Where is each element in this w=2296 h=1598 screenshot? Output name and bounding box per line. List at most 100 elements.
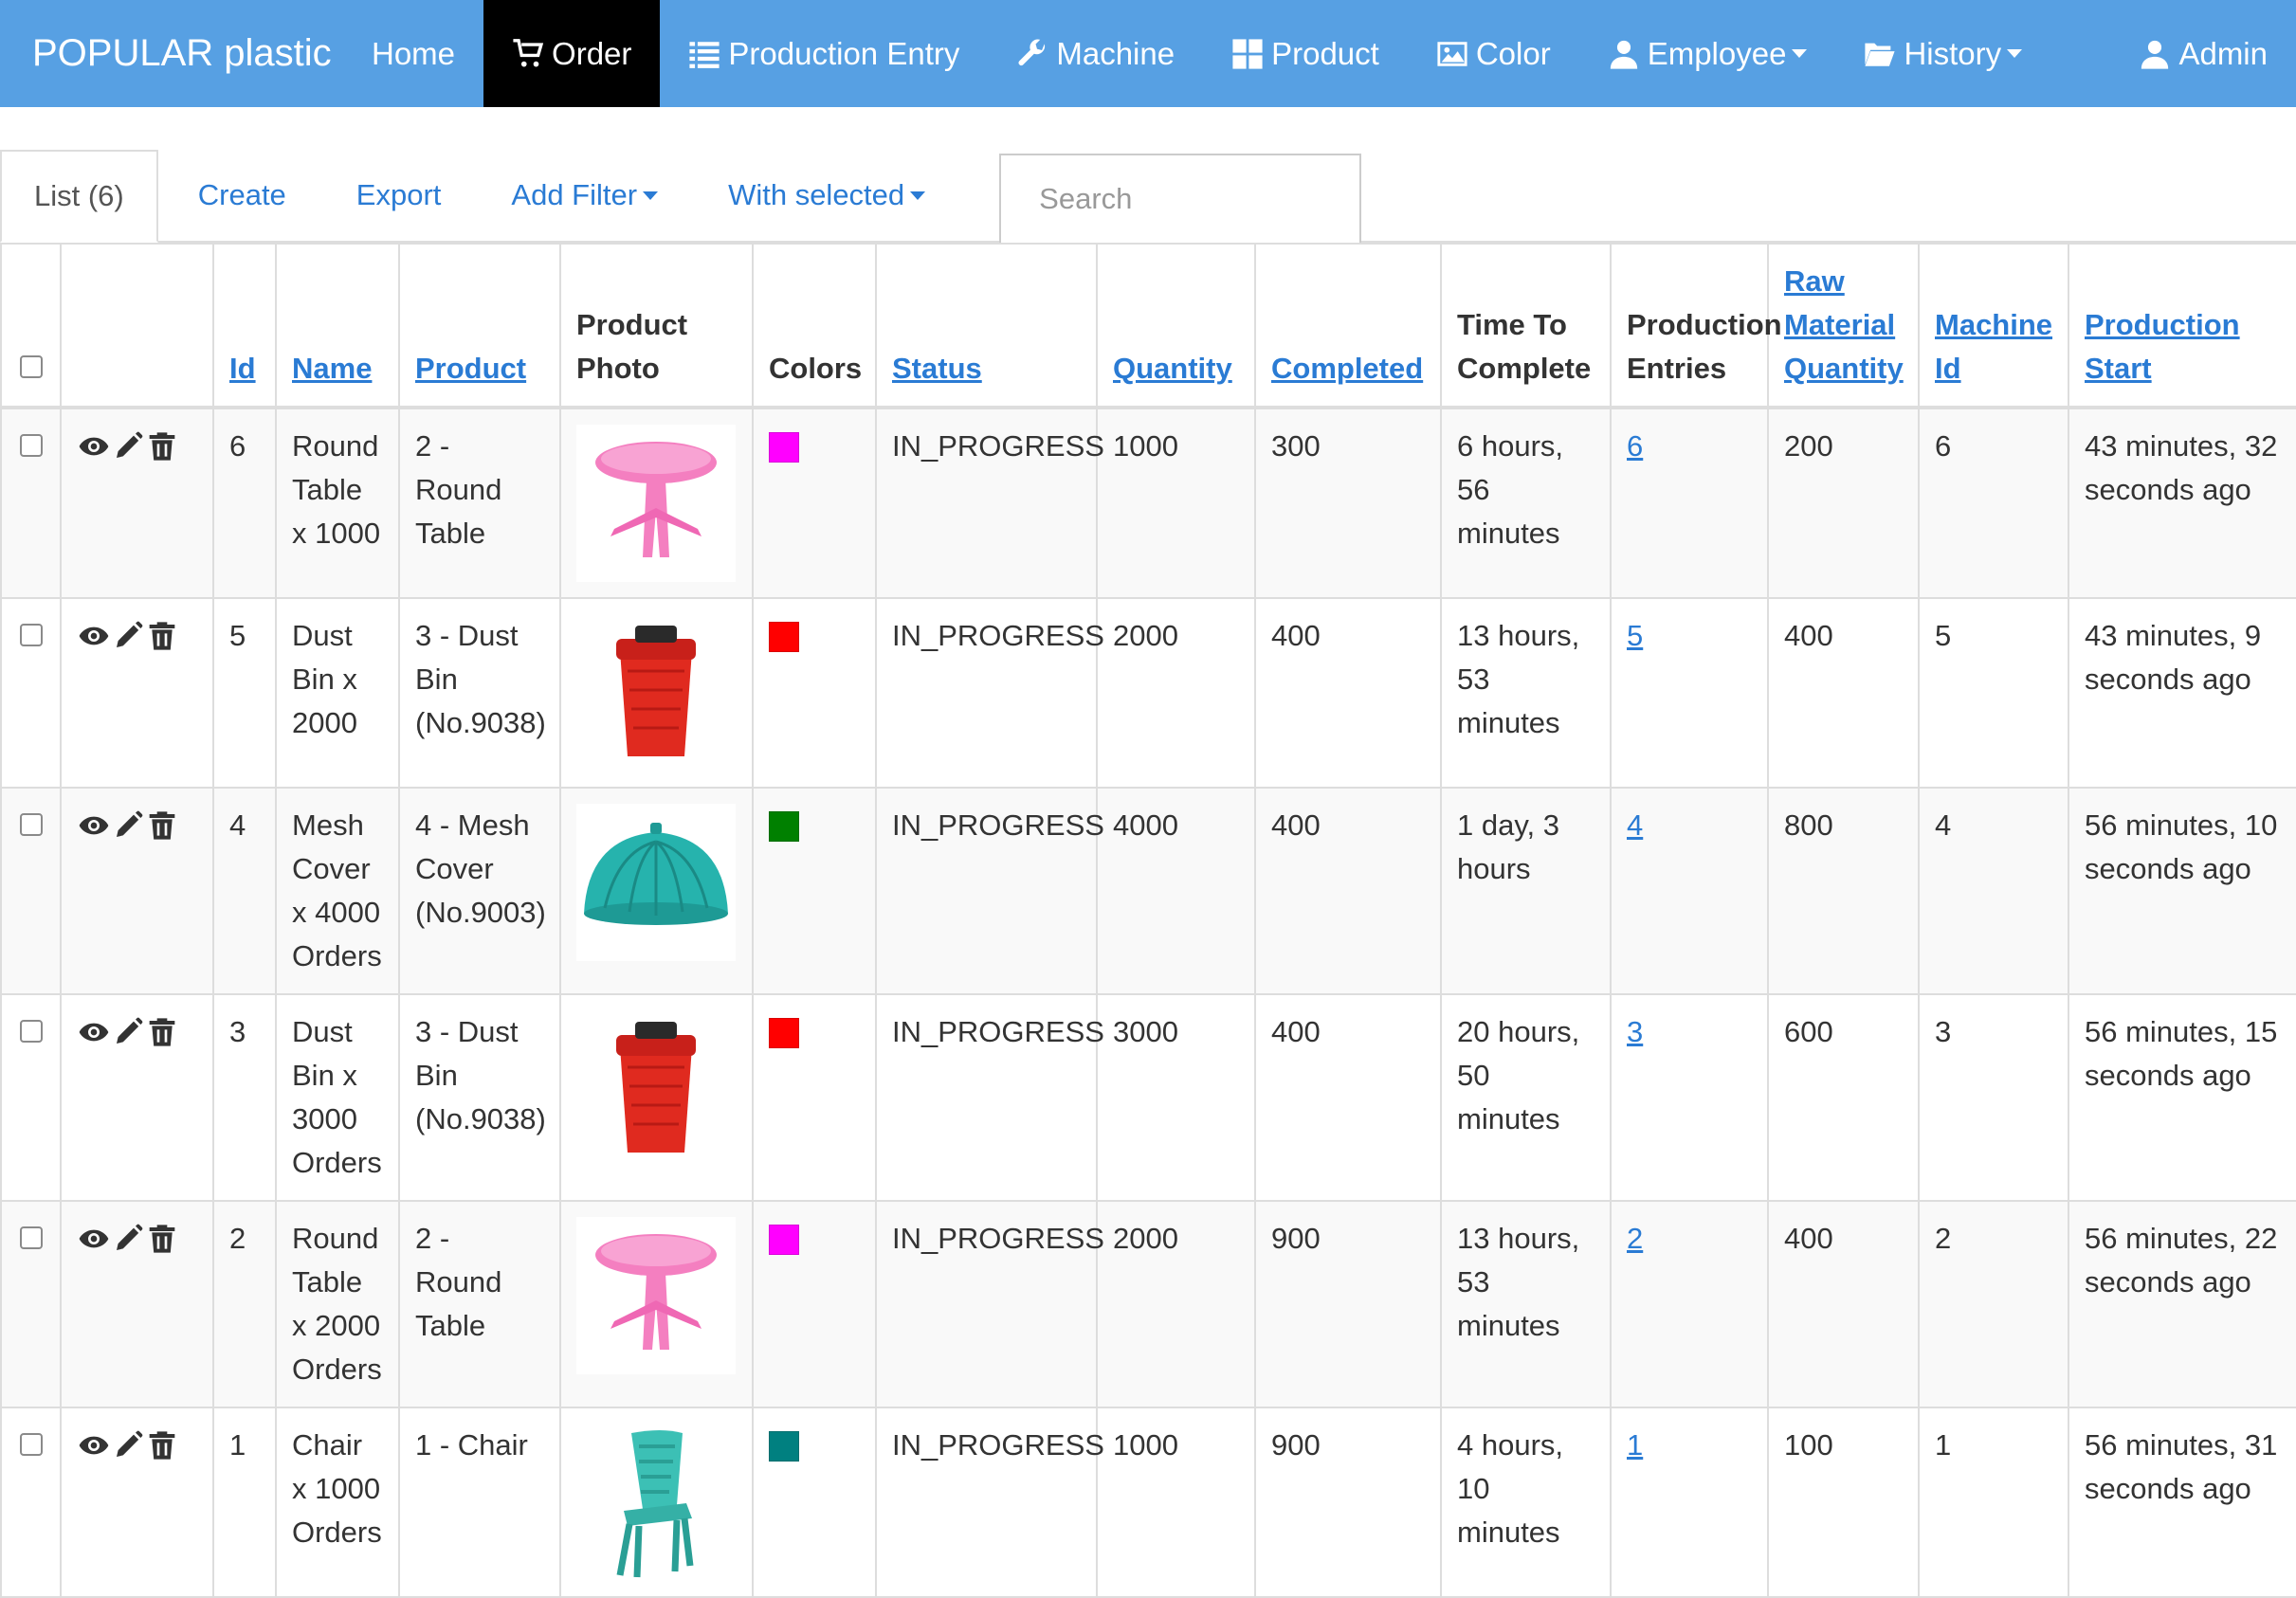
header-completed: Completed [1254, 243, 1442, 409]
sort-completed-link[interactable]: Completed [1271, 352, 1423, 385]
cell-production-entries: 6 [1610, 407, 1769, 599]
sort-product-link[interactable]: Product [415, 352, 526, 385]
nav-item-home[interactable]: Home [343, 0, 483, 107]
row-checkbox[interactable] [19, 1020, 43, 1043]
brand-title[interactable]: POPULAR plastic [0, 0, 343, 107]
view-eye-icon[interactable] [79, 1223, 109, 1266]
nav-item-label: Color [1475, 35, 1551, 71]
production-entries-link[interactable]: 2 [1627, 1222, 1643, 1255]
cell-time-to-complete: 13 hours, 53 minutes [1440, 597, 1612, 789]
cell-time-to-complete: 6 hours, 56 minutes [1440, 407, 1612, 599]
cell-status: IN_PROGRESS [875, 993, 1104, 1202]
nav-item-order[interactable]: Order [483, 0, 661, 107]
cell-colors [752, 993, 877, 1202]
nav-item-color[interactable]: Color [1408, 0, 1579, 107]
view-eye-icon[interactable] [79, 430, 109, 474]
cell-colors [752, 1200, 877, 1408]
cell-raw-material-quantity: 400 [1767, 597, 1920, 789]
cell-time-to-complete: 1 day, 3 hours [1440, 787, 1612, 995]
edit-pencil-icon[interactable] [113, 620, 143, 663]
header-raw-material-quantity: Raw Material Quantity [1767, 243, 1920, 409]
table-row: 1 Chair x 1000 Orders 1 - Chair IN_PROGRESS… [0, 1407, 2296, 1598]
view-eye-icon[interactable] [79, 1429, 109, 1473]
caret-down-icon [2007, 49, 2023, 58]
search-input[interactable] [999, 154, 1362, 245]
edit-pencil-icon[interactable] [113, 809, 143, 853]
cell-name: Round Table x 2000 Orders [275, 1200, 400, 1408]
row-checkbox[interactable] [19, 624, 43, 646]
product-photo-image [576, 804, 736, 961]
row-checkbox[interactable] [19, 434, 43, 457]
cell-production-start: 43 minutes, 9 seconds ago [2068, 597, 2296, 789]
sort-status-link[interactable]: Status [892, 352, 982, 385]
folder-open-icon [1864, 38, 1896, 70]
production-entries-link[interactable]: 3 [1627, 1015, 1643, 1048]
cell-product: 2 - Round Table [398, 1200, 561, 1408]
product-photo-image [576, 1217, 736, 1374]
caret-down-icon [910, 191, 926, 200]
nav-item-history[interactable]: History [1835, 0, 2050, 107]
nav-item-production-entry[interactable]: Production Entry [660, 0, 988, 107]
select-all-checkbox[interactable] [19, 355, 43, 378]
cell-product: 3 - Dust Bin (No.9038) [398, 993, 561, 1202]
table-row: 3 Dust Bin x 3000 Orders 3 - Dust Bin (No.… [0, 993, 2296, 1202]
tab-export[interactable]: Export [326, 150, 472, 241]
delete-trash-icon[interactable] [147, 1016, 177, 1060]
view-eye-icon[interactable] [79, 1016, 109, 1060]
production-entries-link[interactable]: 4 [1627, 808, 1643, 842]
edit-pencil-icon[interactable] [113, 1429, 143, 1473]
orders-table: Id Name Product Product Photo Colors Sta… [0, 243, 2296, 1598]
edit-pencil-icon[interactable] [113, 430, 143, 474]
nav-item-label: Product [1271, 35, 1379, 71]
cell-raw-material-quantity: 200 [1767, 407, 1920, 599]
row-checkbox[interactable] [19, 1433, 43, 1456]
add-filter-dropdown[interactable]: Add Filter [481, 150, 688, 241]
cell-production-start: 56 minutes, 22 seconds ago [2068, 1200, 2296, 1408]
product-photo-image [576, 1010, 736, 1168]
nav-item-label: Employee [1647, 35, 1787, 71]
cell-product: 3 - Dust Bin (No.9038) [398, 597, 561, 789]
view-eye-icon[interactable] [79, 620, 109, 663]
sort-production-start-link[interactable]: Production Start [2085, 308, 2240, 385]
tab-create[interactable]: Create [168, 150, 317, 241]
edit-pencil-icon[interactable] [113, 1223, 143, 1266]
cell-name: Mesh Cover x 4000 Orders [275, 787, 400, 995]
production-entries-link[interactable]: 6 [1627, 429, 1643, 463]
nav-item-label: Order [552, 35, 632, 71]
production-entries-link[interactable]: 1 [1627, 1428, 1643, 1462]
cell-status: IN_PROGRESS [875, 597, 1104, 789]
grid-icon [1231, 38, 1264, 70]
sort-name-link[interactable]: Name [292, 352, 372, 385]
row-checkbox[interactable] [19, 813, 43, 836]
cell-status: IN_PROGRESS [875, 407, 1104, 599]
sort-machine-id-link[interactable]: Machine Id [1935, 308, 2052, 385]
nav-item-employee[interactable]: Employee [1579, 0, 1836, 107]
view-eye-icon[interactable] [79, 809, 109, 853]
sort-quantity-link[interactable]: Quantity [1113, 352, 1232, 385]
delete-trash-icon[interactable] [147, 1429, 177, 1473]
admin-label: Admin [2178, 35, 2268, 71]
admin-user-menu[interactable]: Admin [2110, 0, 2296, 107]
production-entries-link[interactable]: 5 [1627, 619, 1643, 652]
delete-trash-icon[interactable] [147, 1223, 177, 1266]
cell-product: 4 - Mesh Cover (No.9003) [398, 787, 561, 995]
list-toolbar-tabs: List (6) Create Export Add Filter With s… [0, 150, 2296, 245]
cell-product: 2 - Round Table [398, 407, 561, 599]
sort-id-link[interactable]: Id [229, 352, 256, 385]
caret-down-icon [643, 191, 659, 200]
delete-trash-icon[interactable] [147, 430, 177, 474]
cell-product-photo [559, 407, 754, 599]
with-selected-dropdown[interactable]: With selected [698, 150, 956, 241]
nav-item-machine[interactable]: Machine [988, 0, 1203, 107]
delete-trash-icon[interactable] [147, 620, 177, 663]
nav-item-label: Production Entry [728, 35, 960, 71]
sort-raw-material-link[interactable]: Raw Material Quantity [1784, 264, 1904, 385]
edit-pencil-icon[interactable] [113, 1016, 143, 1060]
tab-list[interactable]: List (6) [0, 150, 158, 243]
cell-quantity: 3000 [1096, 993, 1256, 1202]
header-id: Id [212, 243, 277, 409]
caret-down-icon [1792, 49, 1808, 58]
nav-item-product[interactable]: Product [1203, 0, 1408, 107]
delete-trash-icon[interactable] [147, 809, 177, 853]
row-checkbox[interactable] [19, 1226, 43, 1249]
